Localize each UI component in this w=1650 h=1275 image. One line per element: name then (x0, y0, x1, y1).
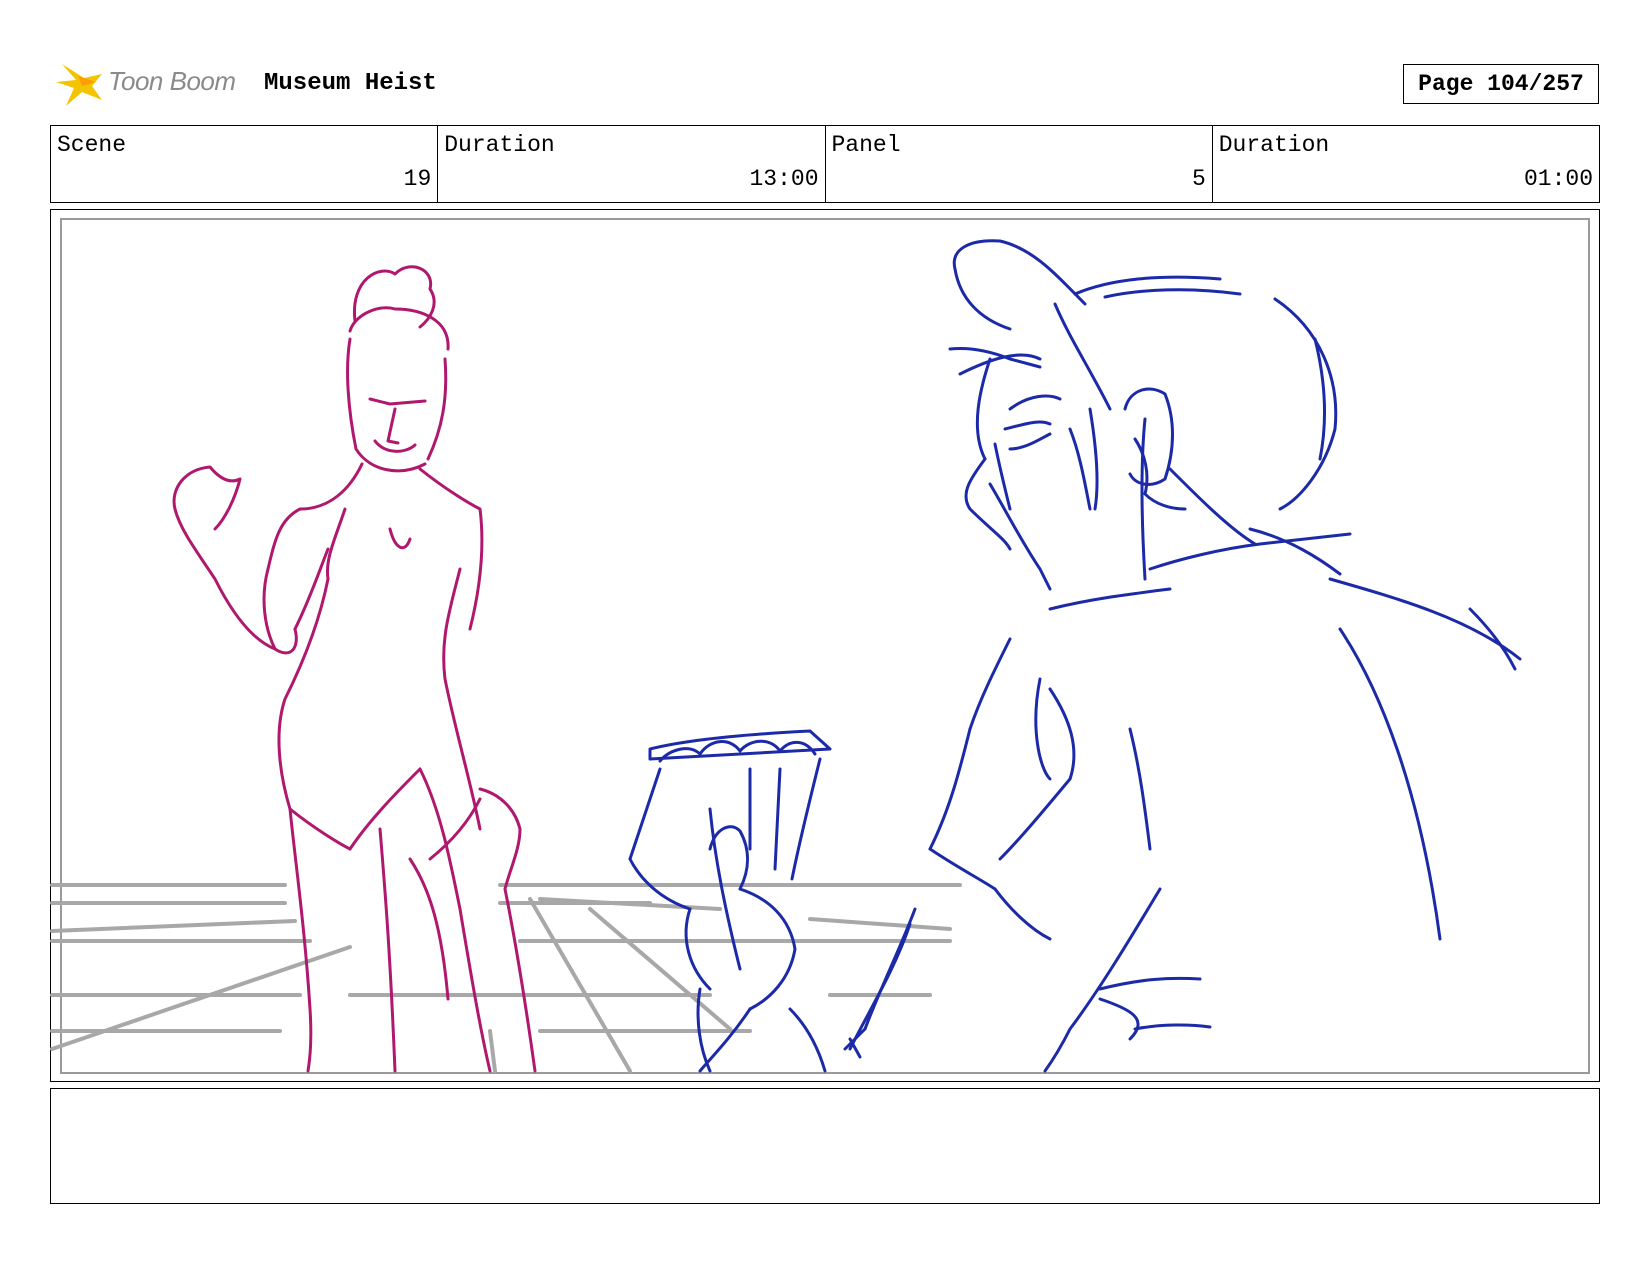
scene-duration-value: 13:00 (749, 166, 819, 192)
scene-duration-label: Duration (444, 132, 555, 158)
woman-figure-sketch (172, 265, 537, 1073)
floor-grid-lines (50, 883, 962, 1073)
man-figure-sketch (628, 239, 1522, 1073)
page-indicator: Page 104/257 (1403, 64, 1599, 104)
scene-value: 19 (403, 166, 432, 192)
panel-duration-label: Duration (1218, 132, 1330, 158)
panel-info-table: Scene 19 Duration 13:00 Panel 5 Duration… (50, 125, 1600, 203)
scene-duration-cell: Duration 13:00 (438, 126, 826, 202)
panel-notes-box (50, 1088, 1600, 1204)
scene-label: Scene (57, 132, 127, 158)
project-title: Museum Heist (264, 70, 437, 97)
panel-value: 5 (1191, 166, 1206, 192)
scene-cell: Scene 19 (51, 126, 439, 202)
panel-label: Panel (831, 132, 901, 158)
panel-duration-value: 01:00 (1523, 166, 1593, 192)
storyboard-sketch (50, 239, 1522, 1073)
logo-wordmark: Toon Boom (108, 66, 236, 96)
panel-duration-cell: Duration 01:00 (1213, 126, 1599, 202)
panel-cell: Panel 5 (826, 126, 1213, 202)
